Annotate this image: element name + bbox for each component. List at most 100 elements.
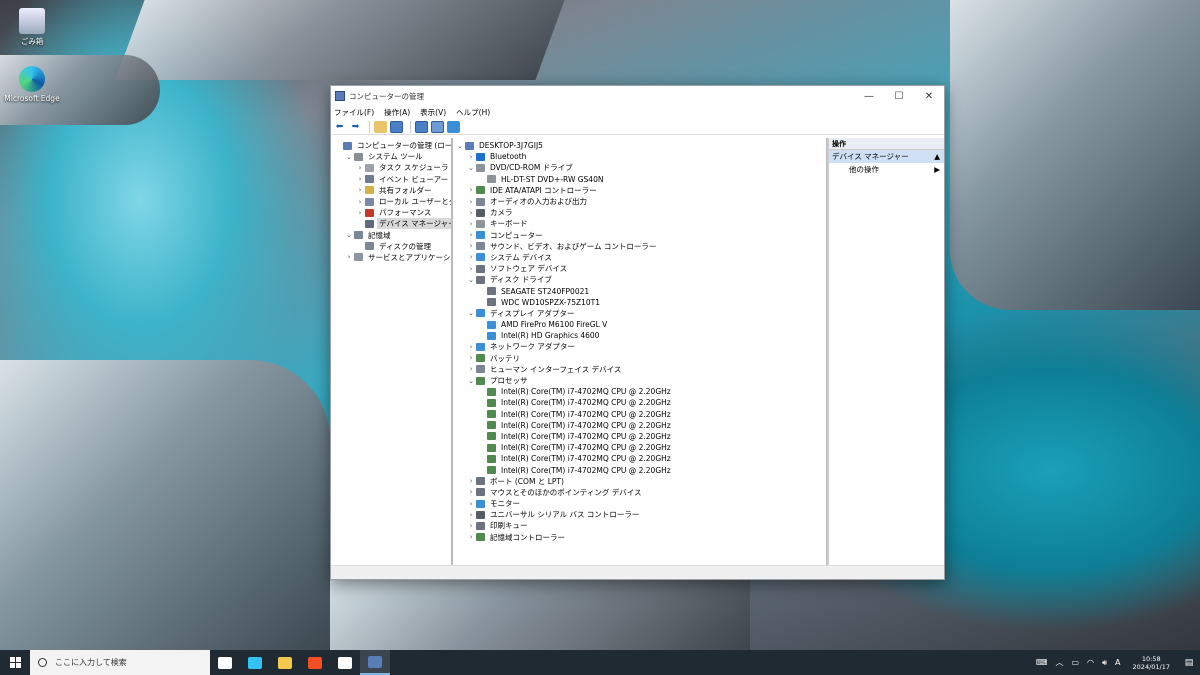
collapse-chevron-icon[interactable]: › (355, 186, 365, 194)
taskbar-app-button[interactable] (300, 650, 330, 675)
tree-item[interactable]: Intel(R) HD Graphics 4600 (453, 330, 826, 341)
tree-item[interactable]: AMD FirePro M6100 FireGL V (453, 319, 826, 330)
title-bar[interactable]: コンピューターの管理 — ☐ ✕ (331, 86, 944, 106)
taskbar-app-button[interactable] (210, 650, 240, 675)
tree-item[interactable]: Intel(R) Core(TM) i7-4702MQ CPU @ 2.20GH… (453, 386, 826, 397)
collapse-chevron-icon[interactable]: › (355, 164, 365, 172)
tree-item[interactable]: › 印刷キュー (453, 520, 826, 531)
tree-item[interactable]: デバイス マネージャー (331, 218, 451, 230)
taskbar-app-button[interactable] (360, 650, 390, 675)
collapse-chevron-icon[interactable]: › (355, 198, 365, 206)
tree-item[interactable]: Intel(R) Core(TM) i7-4702MQ CPU @ 2.20GH… (453, 464, 826, 475)
tree-item[interactable]: › システム デバイス (453, 252, 826, 263)
tree-item[interactable]: › パフォーマンス (331, 207, 451, 218)
start-button[interactable] (0, 650, 30, 675)
tree-item[interactable]: Intel(R) Core(TM) i7-4702MQ CPU @ 2.20GH… (453, 397, 826, 408)
tree-item[interactable]: SEAGATE ST240FP0021 (453, 285, 826, 296)
desktop-icon-edge[interactable]: Microsoft Edge (2, 66, 62, 103)
actions-section-device-manager[interactable]: デバイス マネージャー ▲ (829, 150, 944, 163)
desktop-icon-recycle-bin[interactable]: ごみ箱 (2, 8, 62, 47)
collapse-chevron-icon[interactable]: › (466, 265, 476, 273)
collapse-chevron-icon[interactable]: › (344, 253, 354, 261)
collapse-chevron-icon[interactable]: › (466, 253, 476, 261)
collapse-chevron-icon[interactable]: › (355, 175, 365, 183)
expand-chevron-icon[interactable]: ⌄ (466, 164, 476, 172)
collapse-chevron-icon[interactable]: › (466, 522, 476, 530)
tree-item[interactable]: › マウスとそのほかのポインティング デバイス (453, 487, 826, 498)
tree-item[interactable]: HL-DT-ST DVD+-RW GS40N (453, 174, 826, 185)
help-icon[interactable] (415, 120, 428, 133)
collapse-chevron-icon[interactable]: › (466, 343, 476, 351)
close-button[interactable]: ✕ (914, 86, 944, 106)
ime-indicator[interactable]: A (1115, 658, 1120, 667)
tree-item[interactable]: › ソフトウェア デバイス (453, 263, 826, 274)
tree-item[interactable]: ディスクの管理 (331, 241, 451, 252)
tree-item[interactable]: Intel(R) Core(TM) i7-4702MQ CPU @ 2.20GH… (453, 420, 826, 431)
tree-item[interactable]: › IDE ATA/ATAPI コントローラー (453, 185, 826, 196)
expand-chevron-icon[interactable]: ⌄ (466, 377, 476, 385)
collapse-chevron-icon[interactable]: › (466, 242, 476, 250)
expand-chevron-icon[interactable]: ⌄ (344, 231, 354, 239)
collapse-chevron-icon[interactable]: › (466, 153, 476, 161)
monitor-icon[interactable] (447, 120, 460, 133)
tree-item[interactable]: › イベント ビューアー (331, 174, 451, 185)
taskbar-app-button[interactable] (330, 650, 360, 675)
collapse-chevron-icon[interactable]: › (466, 477, 476, 485)
tree-item[interactable]: › ネットワーク アダプター (453, 341, 826, 352)
notification-icon[interactable]: ▤ (1178, 650, 1200, 675)
tree-item[interactable]: › 記憶域コントローラー (453, 532, 826, 543)
tree-item[interactable]: ⌄ プロセッサ (453, 375, 826, 386)
up-folder-icon[interactable] (374, 120, 387, 133)
keyboard-icon[interactable]: ⌨ (1036, 658, 1048, 667)
tree-item[interactable]: › ローカル ユーザーとグループ (331, 196, 451, 207)
menu-view[interactable]: 表示(V) (420, 107, 446, 118)
tree-item[interactable]: › カメラ (453, 207, 826, 218)
minimize-button[interactable]: — (854, 86, 884, 106)
tree-item[interactable]: ⌄ ディスプレイ アダプター (453, 308, 826, 319)
show-hidden-icons-icon[interactable]: ︿ (1055, 657, 1063, 668)
collapse-chevron-icon[interactable]: › (466, 209, 476, 217)
taskbar-app-button[interactable] (270, 650, 300, 675)
show-hide-tree-icon[interactable] (390, 120, 403, 133)
collapse-chevron-icon[interactable]: › (466, 533, 476, 541)
expand-chevron-icon[interactable]: ⌄ (466, 309, 476, 317)
properties-icon[interactable] (431, 120, 444, 133)
collapse-chevron-icon[interactable]: › (466, 231, 476, 239)
tree-item[interactable]: Intel(R) Core(TM) i7-4702MQ CPU @ 2.20GH… (453, 453, 826, 464)
network-icon[interactable]: ◠ (1087, 658, 1094, 667)
tree-item[interactable]: › コンピューター (453, 230, 826, 241)
tree-item[interactable]: › ポート (COM と LPT) (453, 476, 826, 487)
collapse-chevron-icon[interactable]: › (466, 198, 476, 206)
tree-item[interactable]: › タスク スケジューラ (331, 162, 451, 173)
collapse-chevron-icon[interactable]: › (466, 354, 476, 362)
collapse-chevron-icon[interactable]: › (466, 500, 476, 508)
volume-icon[interactable]: 🔊︎ (1102, 658, 1107, 668)
collapse-chevron-icon[interactable]: › (466, 365, 476, 373)
tree-item[interactable]: Intel(R) Core(TM) i7-4702MQ CPU @ 2.20GH… (453, 409, 826, 420)
expand-chevron-icon[interactable]: ⌄ (344, 153, 354, 161)
battery-icon[interactable]: ▭ (1071, 658, 1079, 667)
tree-item[interactable]: ⌄ 記憶域 (331, 230, 451, 241)
tree-item[interactable]: › ヒューマン インターフェイス デバイス (453, 364, 826, 375)
menu-file[interactable]: ファイル(F) (334, 107, 374, 118)
expand-chevron-icon[interactable]: ⌄ (455, 142, 465, 150)
tree-item[interactable]: › サービスとアプリケーション (331, 252, 451, 263)
tree-item[interactable]: › キーボード (453, 218, 826, 229)
tree-item[interactable]: ⌄ ディスク ドライブ (453, 274, 826, 285)
expand-chevron-icon[interactable]: ⌄ (466, 276, 476, 284)
maximize-button[interactable]: ☐ (884, 86, 914, 106)
forward-arrow-icon[interactable]: ➡ (349, 121, 362, 133)
collapse-chevron-icon[interactable]: › (355, 209, 365, 217)
tree-item[interactable]: › サウンド、ビデオ、およびゲーム コントローラー (453, 241, 826, 252)
action-more-actions[interactable]: 他の操作 ▶ (829, 163, 944, 176)
taskbar-search-box[interactable]: ここに入力して検索 (30, 650, 210, 675)
clock[interactable]: 10:58 2024/01/17 (1133, 655, 1170, 671)
tree-item[interactable]: › ユニバーサル シリアル バス コントローラー (453, 509, 826, 520)
tree-item[interactable]: コンピューターの管理 (ローカル) (331, 140, 451, 151)
collapse-chevron-icon[interactable]: › (466, 511, 476, 519)
tree-item[interactable]: › オーディオの入力および出力 (453, 196, 826, 207)
tree-item[interactable]: ⌄ DVD/CD-ROM ドライブ (453, 162, 826, 173)
menu-help[interactable]: ヘルプ(H) (456, 107, 490, 118)
back-arrow-icon[interactable]: ⬅ (333, 121, 346, 133)
tree-item[interactable]: Intel(R) Core(TM) i7-4702MQ CPU @ 2.20GH… (453, 431, 826, 442)
